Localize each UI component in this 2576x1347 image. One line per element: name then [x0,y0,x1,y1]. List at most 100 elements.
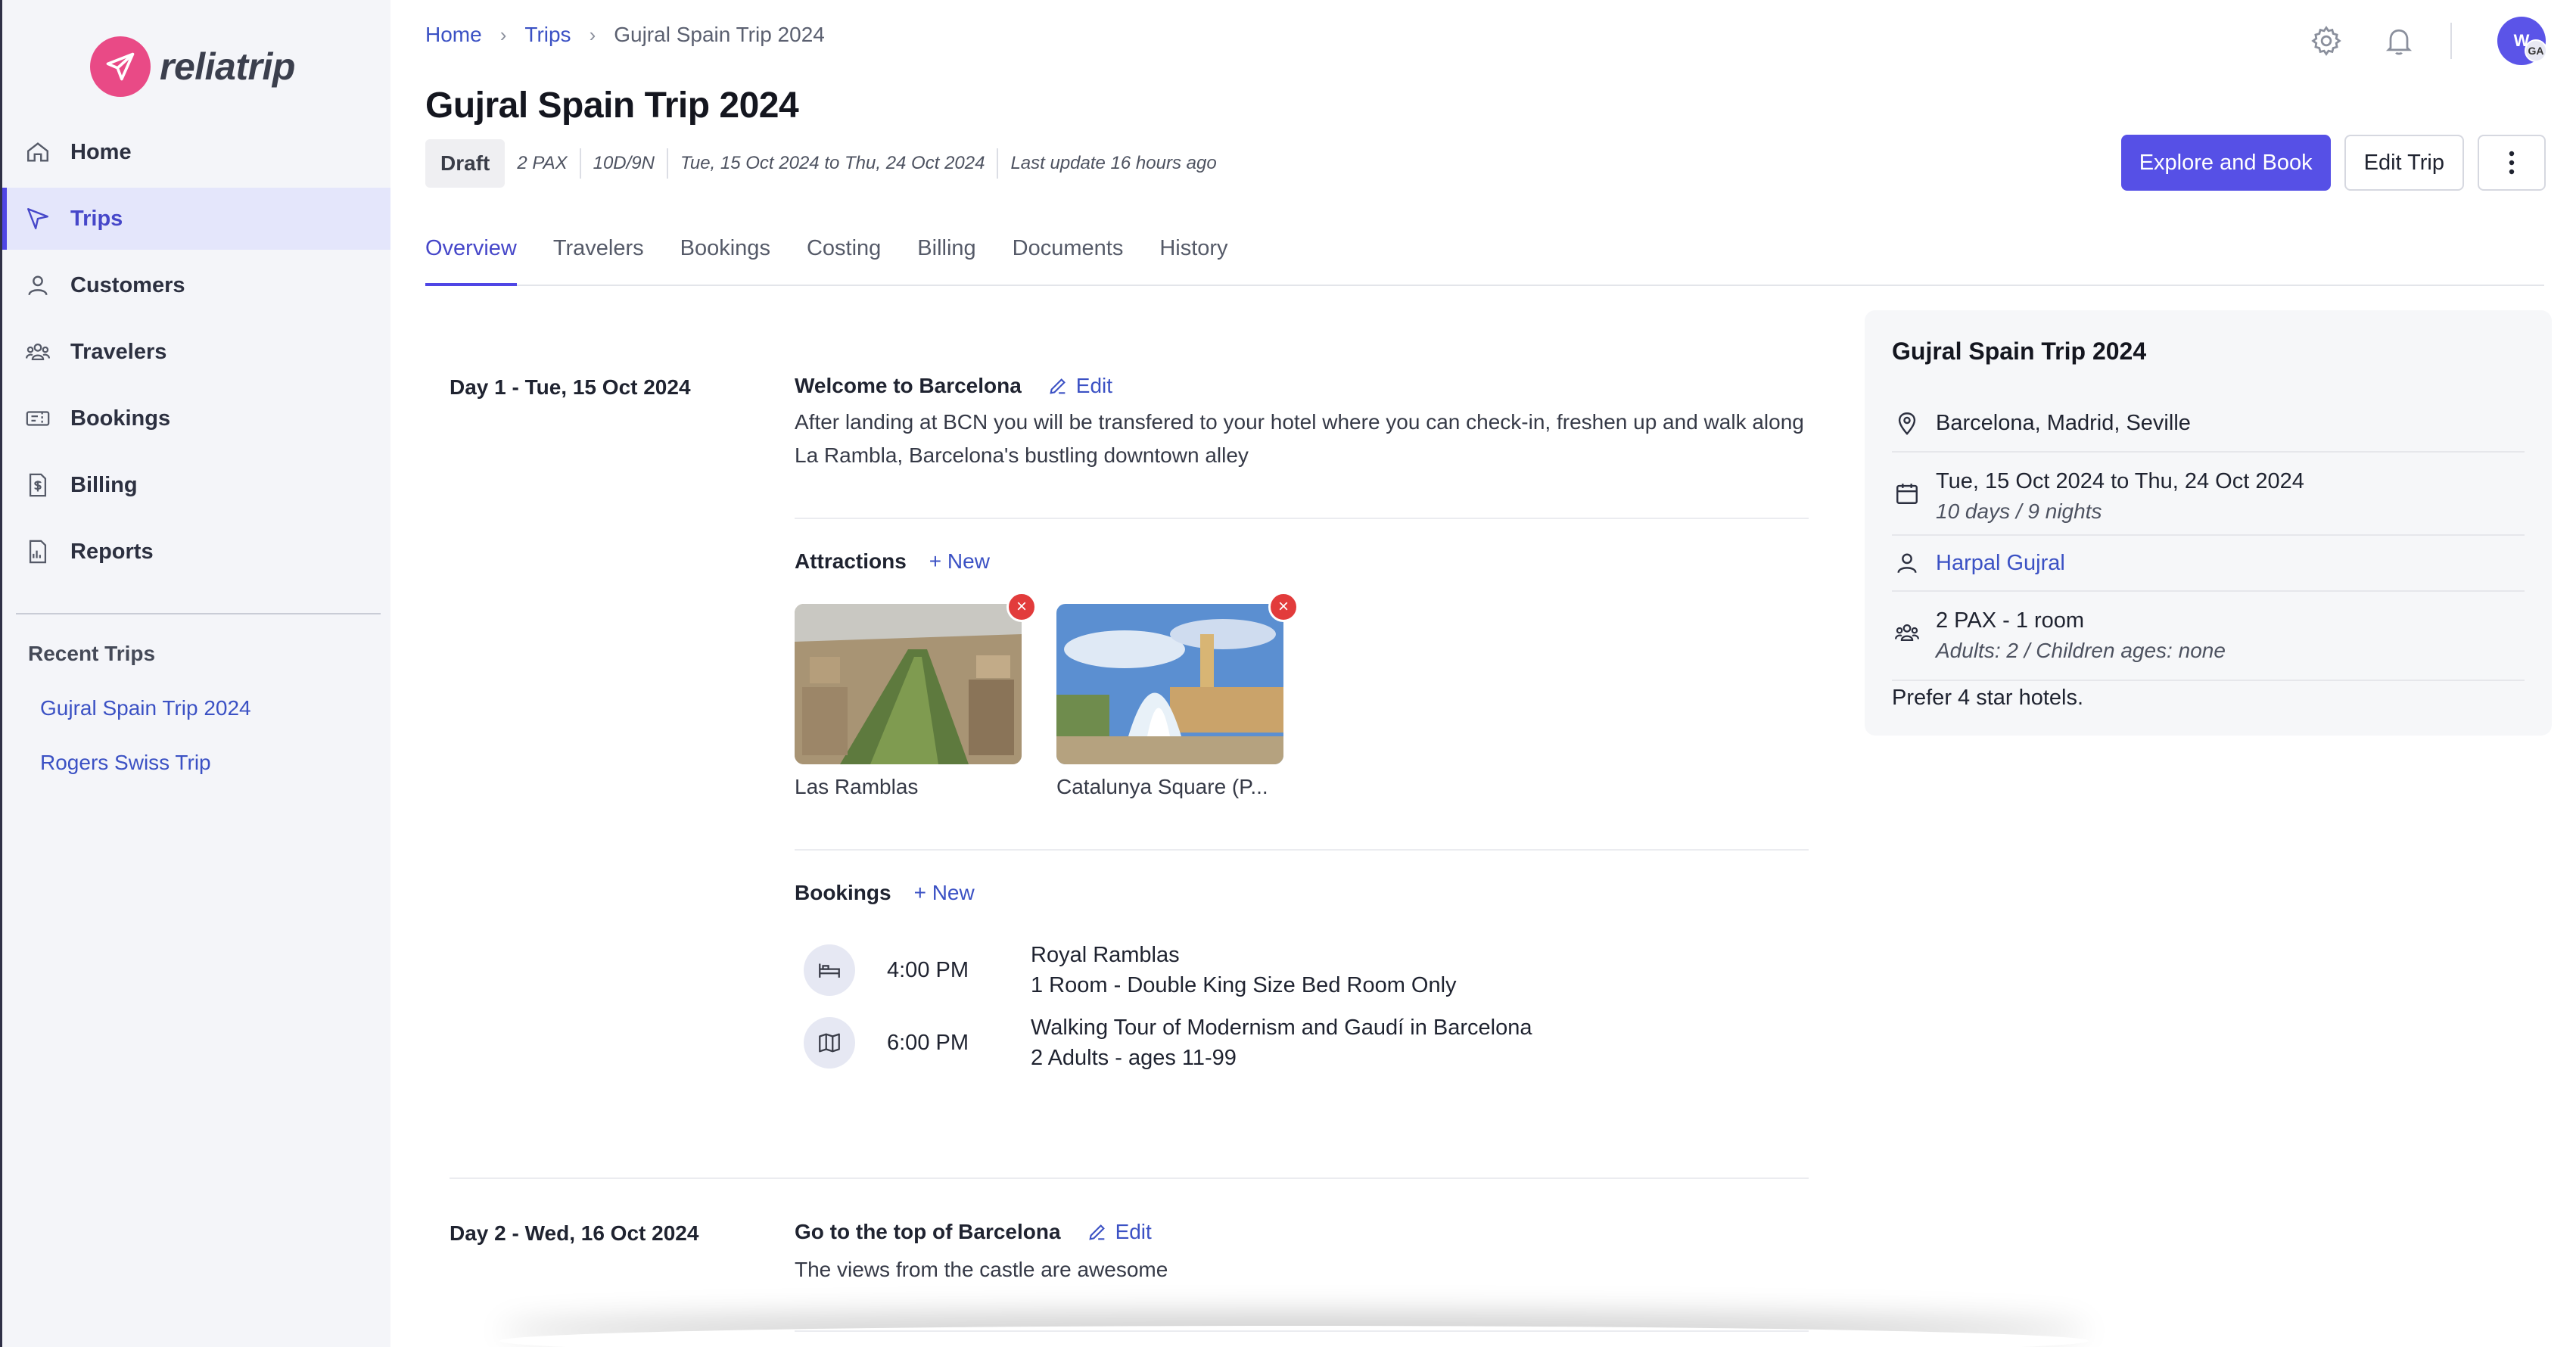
user-icon [1892,548,1922,578]
new-booking-link[interactable]: + New [914,881,975,905]
kebab-menu-icon [2509,151,2515,175]
divider [795,518,1809,519]
edit-label: Edit [1115,1220,1152,1243]
attractions-heading: Attractions + New [795,549,990,574]
remove-attraction-button[interactable]: × [1268,592,1299,622]
recent-trip-link[interactable]: Rogers Swiss Trip [40,751,211,775]
summary-ages: Adults: 2 / Children ages: none [1936,639,2226,662]
booking-details: Royal Ramblas 1 Room - Double King Size … [1031,940,1457,1000]
last-update: Last update 16 hours ago [1010,153,1217,173]
customer-link[interactable]: Harpal Gujral [1936,548,2065,578]
breadcrumb-home[interactable]: Home [425,23,482,47]
sidebar-item-billing[interactable]: Billing [2,454,390,516]
more-options-button[interactable] [2478,135,2546,191]
pencil-icon [1050,378,1066,394]
summary-cities-row: Barcelona, Madrid, Seville [1892,395,2525,453]
tab-bookings[interactable]: Bookings [680,236,770,286]
divider [2450,23,2452,59]
trip-meta: Draft 2 PAX 10D/9N Tue, 15 Oct 2024 to T… [425,139,1229,188]
trip-duration: 10D/9N [581,148,668,179]
sidebar-item-label: Trips [70,206,123,231]
day-label: Day 2 - Wed, 16 Oct 2024 [450,1221,699,1245]
trip-summary-panel: Gujral Spain Trip 2024 Barcelona, Madrid… [1865,310,2552,736]
booking-detail: 2 Adults - ages 11-99 [1031,1046,1237,1070]
report-icon [22,536,54,568]
sidebar-item-travelers[interactable]: Travelers [2,321,390,383]
booking-detail: 1 Room - Double King Size Bed Room Only [1031,973,1457,997]
sidebar-item-reports[interactable]: Reports [2,521,390,583]
chevron-right-icon: › [499,23,507,46]
new-attraction-link[interactable]: + New [929,549,990,574]
trip-actions: Explore and Book Edit Trip [2108,135,2546,191]
booking-details: Walking Tour of Modernism and Gaudí in B… [1031,1013,1532,1073]
day-title: Welcome to Barcelona Edit [795,374,1112,398]
booking-time: 4:00 PM [887,958,969,982]
map-icon [804,1017,855,1069]
sidebar-item-trips[interactable]: Trips [2,188,390,250]
attraction-card[interactable]: × Las Ramblas [795,592,1037,799]
tab-documents[interactable]: Documents [1013,236,1124,286]
attractions-title: Attractions [795,549,907,573]
remove-attraction-button[interactable]: × [1006,592,1037,622]
sidebar-divider [16,613,381,614]
tab-billing[interactable]: Billing [917,236,975,286]
attraction-name: Catalunya Square (P... [1056,775,1268,798]
sidebar-item-label: Travelers [70,339,167,364]
summary-dates: Tue, 15 Oct 2024 to Thu, 24 Oct 2024 [1936,469,2304,493]
edit-label: Edit [1075,374,1113,397]
bookings-heading: Bookings + New [795,881,975,905]
attraction-card[interactable]: × Catalunya Square (P... [1056,592,1299,799]
pax-count: 2 PAX [505,148,581,179]
pencil-icon [1088,1224,1105,1240]
page-title: Gujral Spain Trip 2024 [425,86,799,126]
day-description: The views from the castle are awesome [795,1258,1168,1281]
booking-row[interactable]: 4:00 PM Royal Ramblas 1 Room - Double Ki… [804,943,1457,1000]
users-icon [1892,618,1922,648]
attraction-name: Las Ramblas [795,775,919,798]
calendar-icon [1892,478,1922,509]
tab-overview[interactable]: Overview [425,236,517,286]
booking-time: 6:00 PM [887,1031,969,1055]
attraction-image [1056,604,1283,764]
edit-trip-button[interactable]: Edit Trip [2344,135,2464,191]
scroll-shadow [499,1326,2089,1347]
sidebar-item-customers[interactable]: Customers [2,254,390,316]
location-pin-icon [1892,408,1922,438]
app-name: reliatrip [160,45,295,88]
booking-name: Walking Tour of Modernism and Gaudí in B… [1031,1016,1532,1040]
avatar[interactable]: W GA [2497,17,2547,65]
logo[interactable]: reliatrip [90,36,295,97]
user-icon [22,269,54,301]
summary-customer-row: Harpal Gujral [1892,536,2525,592]
breadcrumb: Home › Trips › Gujral Spain Trip 2024 [425,23,825,47]
summary-note: Prefer 4 star hotels. [1892,686,2084,710]
bell-icon[interactable] [2378,20,2420,62]
attraction-image [795,604,1022,764]
booking-name: Royal Ramblas [1031,943,1180,967]
tab-costing[interactable]: Costing [807,236,881,286]
summary-title: Gujral Spain Trip 2024 [1892,338,2147,365]
sidebar-item-home[interactable]: Home [2,121,390,183]
day-title-text: Go to the top of Barcelona [795,1220,1061,1243]
invoice-icon [22,469,54,501]
booking-row[interactable]: 6:00 PM Walking Tour of Modernism and Ga… [804,1016,1532,1073]
breadcrumb-trips[interactable]: Trips [524,23,571,47]
day-description: After landing at BCN you will be transfe… [795,410,1804,467]
explore-and-book-button[interactable]: Explore and Book [2120,135,2331,191]
recent-trip-link[interactable]: Gujral Spain Trip 2024 [40,696,251,720]
tab-travelers[interactable]: Travelers [553,236,644,286]
bed-icon [804,944,855,996]
tab-history[interactable]: History [1159,236,1227,286]
edit-day-link[interactable]: Edit [1087,1220,1152,1244]
send-icon [22,203,54,235]
bookings-title: Bookings [795,881,891,904]
sidebar-item-label: Reports [70,539,154,564]
sidebar-item-bookings[interactable]: Bookings [2,387,390,450]
summary-pax: 2 PAX - 1 room [1936,608,2085,633]
top-bar-icons: W GA [2275,17,2547,65]
status-badge: Draft [425,139,506,188]
ticket-icon [22,403,54,434]
gear-icon[interactable] [2305,20,2347,62]
edit-day-link[interactable]: Edit [1047,374,1112,398]
users-icon [22,336,54,368]
